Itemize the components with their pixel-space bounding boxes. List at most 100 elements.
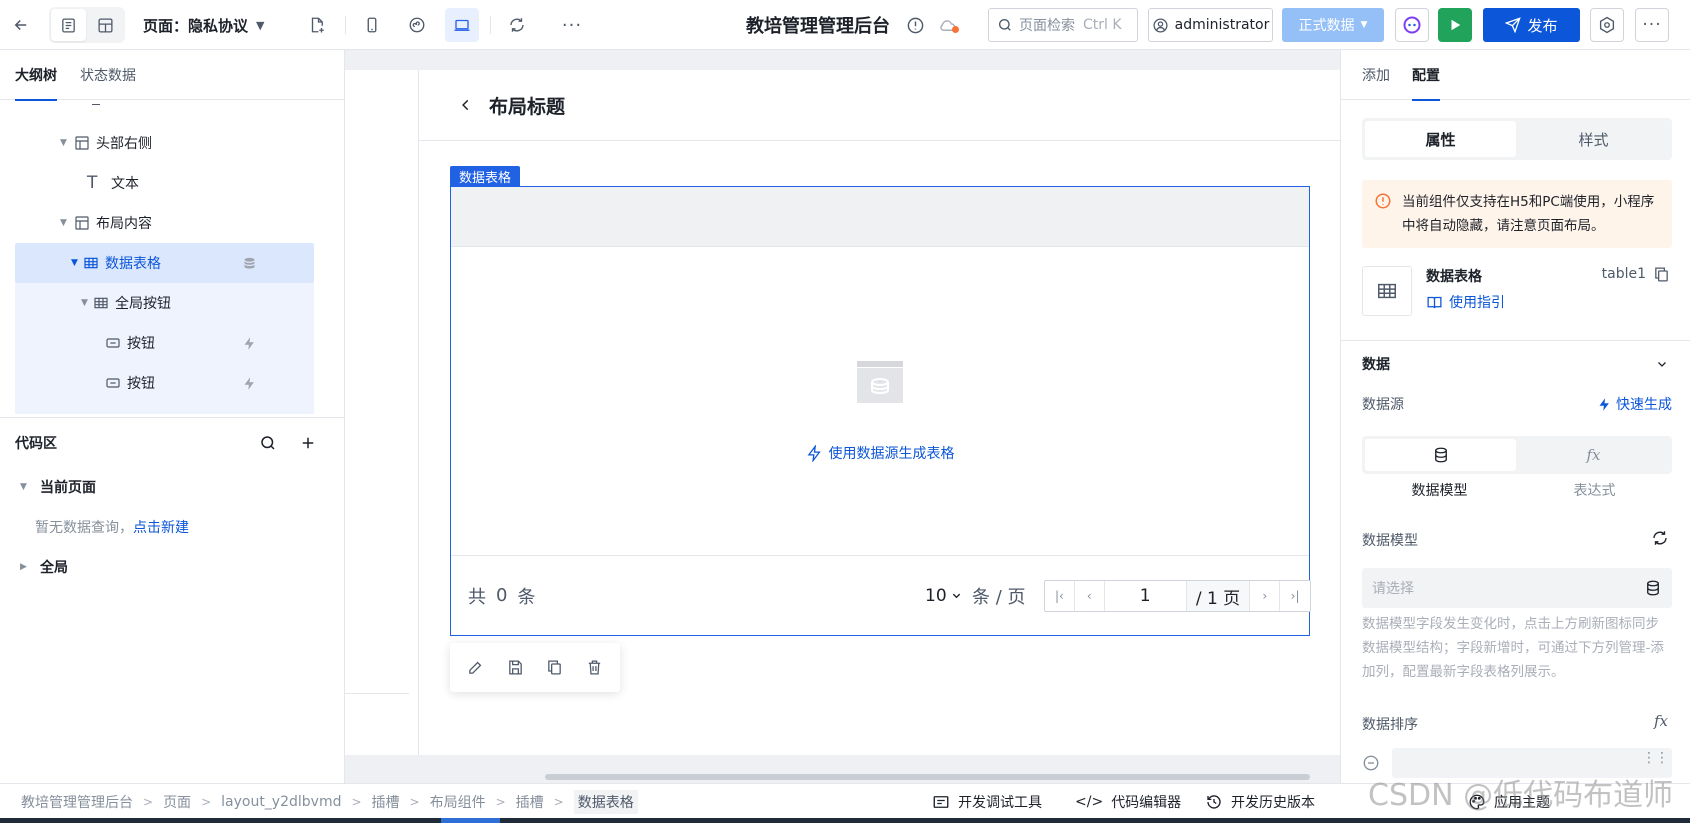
tab-styles[interactable]: 样式 — [1518, 121, 1669, 157]
tree-node-button[interactable]: 按钮 — [15, 323, 314, 363]
tree-node-layout-content[interactable]: ▼ 布局内容 — [15, 203, 314, 243]
drag-handle-icon[interactable]: ⋮⋮ — [1642, 750, 1669, 766]
prev-page-icon[interactable]: ‹ — [1075, 581, 1105, 611]
page-size-select[interactable]: 10 — [925, 556, 962, 635]
breadcrumb-item[interactable]: 教培管理管理后台 — [21, 792, 133, 812]
page-view-icon[interactable] — [51, 9, 86, 41]
breadcrumb-current[interactable]: 数据表格 — [573, 789, 638, 814]
mobile-preview-button[interactable] — [355, 0, 389, 50]
new-page-button[interactable] — [300, 0, 334, 50]
tab-config[interactable]: 配置 — [1412, 50, 1440, 101]
minus-circle-icon[interactable] — [1362, 754, 1380, 772]
design-canvas: 布局标题 数据表格 使用数据源生成表格 共 0 条 10 条 / 页 |‹ ‹ … — [345, 50, 1340, 783]
debug-tools-button[interactable]: 开发调试工具 — [932, 784, 1042, 819]
breadcrumb-item[interactable]: 布局组件 — [430, 792, 486, 812]
chevron-right-icon: > — [201, 794, 212, 809]
tree-node-header-right[interactable]: ▼ 头部右侧 — [15, 123, 314, 163]
alert-text: 当前组件仅支持在H5和PC端使用，小程序中将自动隐藏，请注意页面布局。 — [1402, 194, 1655, 234]
last-page-icon[interactable]: ›| — [1280, 581, 1310, 611]
code-editor-button[interactable]: </> 代码编辑器 — [1075, 784, 1181, 819]
page-select[interactable]: 页面：隐私协议 ▼ — [143, 0, 264, 50]
miniprogram-preview-button[interactable] — [400, 0, 434, 50]
pc-preview-button[interactable] — [445, 0, 479, 50]
tree-node-global-buttons[interactable]: ▼ 全局按钮 — [15, 283, 314, 323]
database-icon — [1644, 579, 1662, 597]
back-button[interactable] — [4, 0, 38, 50]
publish-button[interactable]: 发布 — [1483, 8, 1580, 42]
tree-node-text[interactable]: T 文本 — [15, 163, 314, 203]
code-current-page[interactable]: ▼ 当前页面 — [0, 467, 299, 507]
chevron-down-icon — [951, 590, 962, 601]
source-tab-model[interactable]: 数据模型 — [1362, 480, 1517, 500]
sort-field-input[interactable] — [1392, 748, 1672, 778]
add-icon[interactable] — [299, 434, 317, 452]
search-placeholder: 页面检索 — [1019, 18, 1075, 34]
function-icon[interactable]: fx — [1654, 712, 1668, 730]
layout-view-icon[interactable] — [88, 9, 123, 41]
tree-node-button[interactable]: 按钮 — [15, 363, 314, 403]
layout-sidebar-area[interactable] — [345, 70, 419, 755]
current-page-input[interactable] — [1104, 581, 1187, 611]
page-search-input[interactable]: 页面检索 Ctrl K — [988, 8, 1138, 42]
horizontal-scrollbar[interactable] — [545, 774, 1310, 780]
database-icon[interactable] — [242, 256, 257, 271]
settings-button[interactable] — [1590, 8, 1624, 42]
chevron-right-icon: > — [409, 794, 420, 809]
save-icon[interactable] — [507, 659, 524, 676]
source-tab-expression[interactable]: 表达式 — [1517, 480, 1672, 500]
guide-label: 使用指引 — [1449, 295, 1505, 311]
first-page-icon[interactable]: |‹ — [1045, 581, 1075, 611]
data-section-title: 数据 — [1362, 357, 1390, 373]
tab-add[interactable]: 添加 — [1362, 50, 1390, 100]
more-menu-button[interactable]: ··· — [1635, 8, 1669, 42]
chevron-down-icon[interactable] — [1656, 358, 1668, 370]
breadcrumb-item[interactable]: 页面 — [163, 792, 191, 812]
ai-assistant-button[interactable] — [1395, 8, 1429, 42]
env-select[interactable]: 正式数据 ▼ — [1282, 8, 1384, 42]
more-button[interactable]: ··· — [555, 0, 589, 50]
refresh-icon[interactable] — [1651, 529, 1669, 547]
left-tabs: 大纲树 状态数据 — [0, 50, 345, 101]
app-theme-button[interactable]: 应用主题 — [1468, 784, 1550, 819]
edit-icon[interactable] — [467, 659, 484, 676]
quick-generate-link[interactable]: 快速生成 — [1597, 394, 1672, 414]
code-global[interactable]: ▶ 全局 — [0, 547, 299, 587]
code-create-link[interactable]: 点击新建 — [133, 517, 189, 537]
data-table-component[interactable]: 使用数据源生成表格 共 0 条 10 条 / 页 |‹ ‹ 1 / 1 页 › … — [450, 186, 1311, 636]
history-versions-button[interactable]: 开发历史版本 — [1205, 784, 1315, 819]
tab-properties[interactable]: 属性 — [1365, 121, 1516, 157]
caret-down-icon: ▼ — [81, 298, 88, 308]
copy-icon[interactable] — [1653, 266, 1670, 283]
code-empty-text: 暂无数据查询， — [35, 520, 133, 536]
total-prefix: 共 — [468, 586, 486, 608]
lightning-icon[interactable] — [242, 376, 257, 391]
tab-outline[interactable]: 大纲树 — [15, 50, 57, 101]
component-guide-link[interactable]: 使用指引 — [1426, 292, 1505, 312]
app-theme-label: 应用主题 — [1494, 794, 1550, 811]
delete-icon[interactable] — [586, 659, 603, 676]
layout-header[interactable]: 布局标题 — [419, 70, 1340, 141]
copy-icon[interactable] — [546, 659, 563, 676]
model-select[interactable]: 请选择 — [1362, 568, 1672, 608]
tree-node-data-table[interactable]: ▼ 数据表格 — [15, 243, 314, 283]
function-icon[interactable]: fx — [1518, 439, 1669, 471]
breadcrumb-item[interactable]: 插槽 — [372, 792, 400, 812]
database-icon[interactable] — [1365, 439, 1516, 471]
refresh-button[interactable] — [500, 0, 534, 50]
lightning-icon[interactable] — [242, 336, 257, 351]
chevron-left-icon[interactable] — [459, 98, 473, 112]
user-menu[interactable]: administrator — [1148, 8, 1273, 42]
breadcrumb-item[interactable]: layout_y2dlbvmd — [221, 794, 341, 810]
run-preview-button[interactable] — [1438, 8, 1472, 42]
next-page-icon[interactable]: › — [1250, 581, 1281, 611]
breadcrumb-item[interactable]: 插槽 — [516, 792, 544, 812]
cloud-status-icon[interactable] — [937, 16, 959, 35]
info-icon[interactable] — [906, 16, 925, 35]
play-icon — [1448, 18, 1462, 32]
generate-label: 使用数据源生成表格 — [828, 446, 955, 462]
tab-state-data[interactable]: 状态数据 — [80, 50, 136, 100]
tree-node-label: 头部右侧 — [96, 136, 152, 152]
table-icon — [1362, 266, 1412, 316]
search-icon[interactable] — [259, 434, 277, 452]
generate-from-datasource-link[interactable]: 使用数据源生成表格 — [451, 443, 1309, 463]
